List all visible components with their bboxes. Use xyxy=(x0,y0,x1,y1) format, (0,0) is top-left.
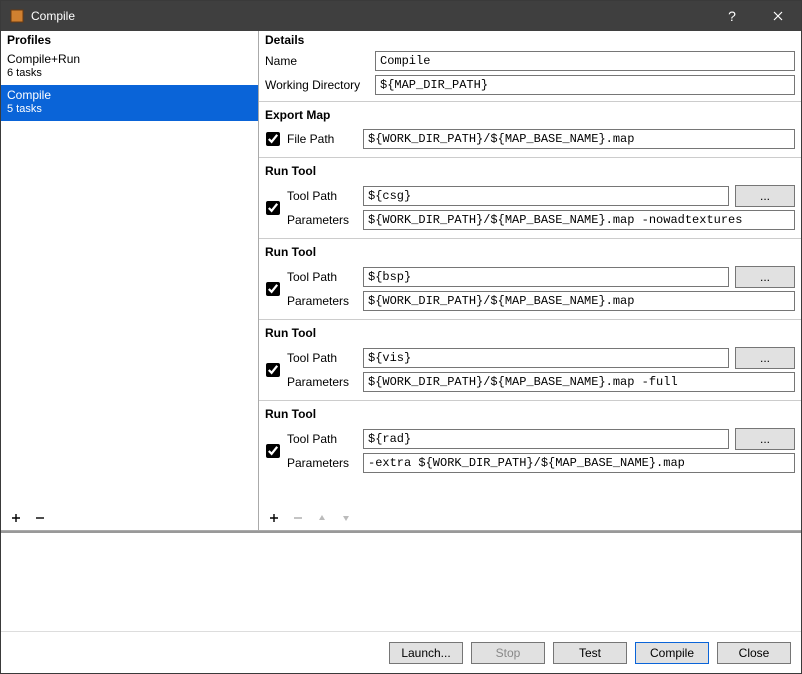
profile-item-sub: 6 tasks xyxy=(7,67,252,81)
task-enable-checkbox[interactable] xyxy=(266,444,280,458)
filepath-input[interactable] xyxy=(363,129,795,149)
toolpath-label: Tool Path xyxy=(287,432,357,446)
browse-button[interactable]: ... xyxy=(735,266,795,288)
task-enable-checkbox[interactable] xyxy=(266,132,280,146)
window-title: Compile xyxy=(31,9,709,23)
profiles-pane: Profiles Compile+Run6 tasksCompile5 task… xyxy=(1,31,259,530)
close-button[interactable]: Close xyxy=(717,642,791,664)
toolpath-input[interactable] xyxy=(363,267,729,287)
task-section-title: Export Map xyxy=(259,101,801,124)
task-block: Tool Path... Parameters xyxy=(259,261,801,315)
move-task-up-button[interactable] xyxy=(313,509,331,527)
parameters-input[interactable] xyxy=(363,372,795,392)
workdir-input[interactable] xyxy=(375,75,795,95)
test-button[interactable]: Test xyxy=(553,642,627,664)
parameters-input[interactable] xyxy=(363,453,795,473)
add-profile-button[interactable] xyxy=(7,509,25,527)
toolpath-label: Tool Path xyxy=(287,270,357,284)
profiles-header: Profiles xyxy=(1,31,258,49)
filepath-label: File Path xyxy=(287,132,357,146)
toolpath-input[interactable] xyxy=(363,348,729,368)
details-scroll: Name Working Directory Export Map File Pa… xyxy=(259,49,801,506)
profiles-toolbar xyxy=(1,506,258,530)
name-label: Name xyxy=(259,49,369,73)
launch-button[interactable]: Launch... xyxy=(389,642,463,664)
details-pane: Details Name Working Directory Export Ma… xyxy=(259,31,801,530)
parameters-input[interactable] xyxy=(363,291,795,311)
browse-button[interactable]: ... xyxy=(735,428,795,450)
remove-task-button[interactable] xyxy=(289,509,307,527)
remove-profile-button[interactable] xyxy=(31,509,49,527)
app-icon xyxy=(9,8,25,24)
task-section-title: Run Tool xyxy=(259,157,801,180)
parameters-input[interactable] xyxy=(363,210,795,230)
add-task-button[interactable] xyxy=(265,509,283,527)
task-enable-checkbox[interactable] xyxy=(266,201,280,215)
output-pane xyxy=(1,531,801,631)
toolpath-label: Tool Path xyxy=(287,189,357,203)
close-window-button[interactable] xyxy=(755,1,801,31)
browse-button[interactable]: ... xyxy=(735,185,795,207)
task-block: File Path xyxy=(259,124,801,153)
task-section-title: Run Tool xyxy=(259,400,801,423)
task-enable-checkbox[interactable] xyxy=(266,363,280,377)
dialog-buttons: Launch... Stop Test Compile Close xyxy=(1,631,801,673)
task-block: Tool Path... Parameters xyxy=(259,342,801,396)
name-input[interactable] xyxy=(375,51,795,71)
stop-button[interactable]: Stop xyxy=(471,642,545,664)
task-section-title: Run Tool xyxy=(259,238,801,261)
parameters-label: Parameters xyxy=(287,294,357,308)
move-task-down-button[interactable] xyxy=(337,509,355,527)
details-header: Details xyxy=(259,31,801,49)
help-button[interactable]: ? xyxy=(709,1,755,31)
toolpath-label: Tool Path xyxy=(287,351,357,365)
workdir-label: Working Directory xyxy=(259,73,369,97)
profile-item-name: Compile xyxy=(7,88,252,103)
task-block: Tool Path... Parameters xyxy=(259,423,801,477)
compile-dialog: Compile ? Profiles Compile+Run6 tasksCom… xyxy=(0,0,802,674)
profile-item[interactable]: Compile+Run6 tasks xyxy=(1,49,258,85)
parameters-label: Parameters xyxy=(287,456,357,470)
profile-item[interactable]: Compile5 tasks xyxy=(1,85,258,121)
task-enable-checkbox[interactable] xyxy=(266,282,280,296)
profile-item-name: Compile+Run xyxy=(7,52,252,67)
parameters-label: Parameters xyxy=(287,213,357,227)
details-toolbar xyxy=(259,506,801,530)
toolpath-input[interactable] xyxy=(363,186,729,206)
task-section-title: Run Tool xyxy=(259,319,801,342)
parameters-label: Parameters xyxy=(287,375,357,389)
profile-list: Compile+Run6 tasksCompile5 tasks xyxy=(1,49,258,506)
profile-item-sub: 5 tasks xyxy=(7,103,252,117)
browse-button[interactable]: ... xyxy=(735,347,795,369)
toolpath-input[interactable] xyxy=(363,429,729,449)
titlebar: Compile ? xyxy=(1,1,801,31)
task-block: Tool Path... Parameters xyxy=(259,180,801,234)
compile-button[interactable]: Compile xyxy=(635,642,709,664)
